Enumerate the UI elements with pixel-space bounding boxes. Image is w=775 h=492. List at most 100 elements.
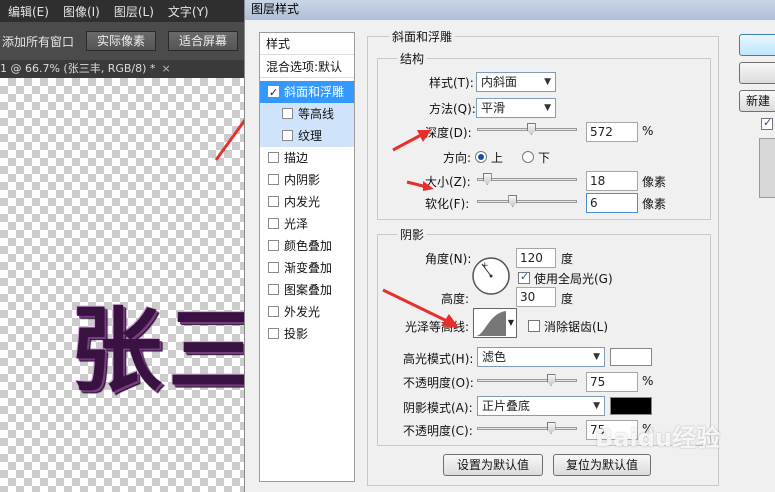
cancel-button[interactable]: [739, 62, 775, 84]
pattern-overlay-checkbox[interactable]: [268, 284, 279, 295]
style-item-color-overlay[interactable]: 颜色叠加: [260, 235, 354, 257]
antialias-label: 消除锯齿(L): [544, 320, 609, 334]
style-preview-thumbnail: [759, 138, 775, 198]
drop-shadow-checkbox[interactable]: [268, 328, 279, 339]
contour-checkbox[interactable]: [282, 108, 293, 119]
style-item-contour[interactable]: 等高线: [260, 103, 354, 125]
soften-unit: 像素: [642, 197, 667, 211]
style-item-pattern-overlay[interactable]: 图案叠加: [260, 279, 354, 301]
stroke-checkbox[interactable]: [268, 152, 279, 163]
inner-shadow-checkbox[interactable]: [268, 174, 279, 185]
style-item-drop-shadow[interactable]: 投影: [260, 323, 354, 345]
set-default-button[interactable]: 设置为默认值: [443, 454, 543, 476]
style-item-label: 纹理: [298, 129, 323, 143]
preview-checkbox[interactable]: [761, 116, 773, 130]
highlight-mode-value: 滤色: [482, 350, 507, 364]
style-item-gradient-overlay[interactable]: 渐变叠加: [260, 257, 354, 279]
shadow-mode-value: 正片叠底: [482, 399, 531, 413]
chevron-down-icon: ▼: [593, 401, 600, 411]
shadow-color-swatch[interactable]: [610, 397, 652, 415]
document-tab[interactable]: 1 @ 66.7% (张三丰, RGB/8) * ×: [0, 60, 250, 78]
size-slider[interactable]: [477, 173, 577, 185]
red-arrow-size-icon: [406, 180, 434, 191]
style-item-label: 内阴影: [284, 173, 321, 187]
options-bar: 添加所有窗口 实际像素 适合屏幕: [0, 22, 250, 60]
gradient-overlay-checkbox[interactable]: [268, 262, 279, 273]
menu-image[interactable]: 图像(I): [63, 3, 100, 20]
angle-label: 角度(N):: [425, 252, 472, 266]
depth-input[interactable]: 572: [586, 122, 638, 142]
shadow-opacity-slider[interactable]: [477, 422, 577, 434]
actual-pixels-button[interactable]: 实际像素: [86, 31, 157, 51]
style-item-outer-glow[interactable]: 外发光: [260, 301, 354, 323]
outer-glow-checkbox[interactable]: [268, 306, 279, 317]
bevel-style-value: 内斜面: [481, 75, 518, 89]
menu-type[interactable]: 文字(Y): [168, 3, 209, 20]
document-tab-label: 1 @ 66.7% (张三丰, RGB/8) *: [0, 62, 156, 75]
global-light-label: 使用全局光(G): [534, 272, 613, 286]
soften-input[interactable]: 6: [586, 193, 638, 213]
soften-label: 软化(F):: [425, 197, 470, 211]
direction-up-radio[interactable]: [475, 151, 487, 163]
style-item-inner-glow[interactable]: 内发光: [260, 191, 354, 213]
style-item-inner-shadow[interactable]: 内阴影: [260, 169, 354, 191]
close-tab-icon[interactable]: ×: [161, 62, 170, 75]
style-item-stroke[interactable]: 描边: [260, 147, 354, 169]
blending-options-item[interactable]: 混合选项:默认: [260, 56, 354, 78]
menu-layer[interactable]: 图层(L): [114, 3, 154, 20]
color-overlay-checkbox[interactable]: [268, 240, 279, 251]
highlight-opacity-input[interactable]: 75: [586, 372, 638, 392]
chevron-down-icon: ▼: [507, 318, 514, 327]
dialog-title: 图层样式: [251, 2, 300, 16]
angle-dial-icon[interactable]: +: [471, 256, 511, 296]
style-item-bevel-emboss[interactable]: 斜面和浮雕: [260, 81, 354, 104]
style-item-texture[interactable]: 纹理: [260, 125, 354, 147]
style-item-label: 光泽: [284, 217, 309, 231]
direction-down-label: 下: [538, 151, 551, 165]
highlight-mode-select[interactable]: 滤色 ▼: [477, 347, 605, 367]
technique-select[interactable]: 平滑 ▼: [476, 98, 556, 118]
inner-glow-checkbox[interactable]: [268, 196, 279, 207]
depth-slider[interactable]: [477, 123, 577, 135]
texture-checkbox[interactable]: [282, 130, 293, 141]
bevel-style-select[interactable]: 内斜面 ▼: [476, 72, 556, 92]
reset-default-button[interactable]: 复位为默认值: [553, 454, 651, 476]
size-input[interactable]: 18: [586, 171, 638, 191]
all-windows-option[interactable]: 添加所有窗口: [2, 33, 74, 50]
fit-screen-button[interactable]: 适合屏幕: [168, 31, 239, 51]
direction-down-radio[interactable]: [522, 151, 534, 163]
shadow-mode-select[interactable]: 正片叠底 ▼: [477, 396, 605, 416]
bevel-emboss-checkbox[interactable]: [268, 82, 279, 104]
highlight-opacity-label: 不透明度(O):: [403, 376, 474, 390]
technique-label: 方法(Q):: [429, 102, 476, 116]
global-light-checkbox[interactable]: [518, 270, 530, 284]
styles-list: 样式 混合选项:默认 斜面和浮雕 等高线 纹理 描边 内阴影 内发光 光泽: [259, 32, 355, 482]
shadow-mode-label: 阴影模式(A):: [403, 401, 473, 415]
ok-button[interactable]: [739, 34, 775, 56]
dialog-titlebar[interactable]: 图层样式: [245, 0, 775, 20]
structure-title: 结构: [397, 50, 428, 67]
highlight-opacity-slider[interactable]: [477, 374, 577, 386]
altitude-input[interactable]: 30: [516, 287, 556, 307]
altitude-unit: 度: [561, 292, 574, 306]
direction-up-label: 上: [491, 151, 504, 165]
chevron-down-icon: ▼: [593, 352, 600, 362]
depth-unit: %: [642, 124, 654, 138]
style-label: 样式(T):: [429, 76, 474, 90]
soften-slider[interactable]: [477, 195, 577, 207]
styles-header[interactable]: 样式: [260, 33, 354, 55]
gloss-contour-picker[interactable]: ▼: [473, 308, 517, 338]
satin-checkbox[interactable]: [268, 218, 279, 229]
style-item-satin[interactable]: 光泽: [260, 213, 354, 235]
red-arrow-contour-icon: [382, 288, 459, 328]
highlight-color-swatch[interactable]: [610, 348, 652, 366]
canvas-text-layer: 张三: [70, 296, 250, 404]
chevron-down-icon: ▼: [544, 77, 551, 87]
menu-edit[interactable]: 编辑(E): [8, 3, 49, 20]
antialias-checkbox[interactable]: [528, 320, 540, 332]
style-item-label: 颜色叠加: [284, 239, 333, 253]
red-arrow-depth-icon: [392, 130, 431, 152]
direction-label: 方向:: [443, 151, 472, 165]
angle-input[interactable]: 120: [516, 248, 556, 268]
new-style-button[interactable]: 新建: [739, 90, 775, 112]
